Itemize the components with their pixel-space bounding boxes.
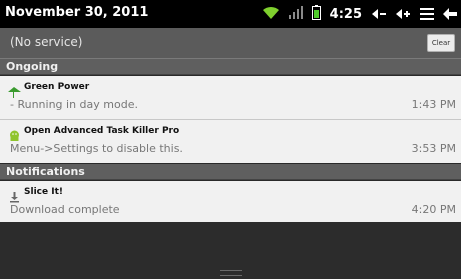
status-clock: 4:25: [329, 6, 362, 22]
section-ongoing: Ongoing: [0, 59, 461, 75]
clear-button[interactable]: Clear: [427, 34, 455, 52]
notification-subtitle: Menu->Settings to disable this.: [10, 142, 183, 155]
notification-item-task-killer[interactable]: Open Advanced Task Killer Pro Menu->Sett…: [0, 120, 461, 163]
service-status: (No service): [10, 35, 83, 49]
volume-down-icon[interactable]: [372, 5, 387, 24]
notification-time: 4:20 PM: [411, 203, 456, 216]
service-bar: (No service) Clear: [0, 28, 461, 59]
notification-item-slice-it[interactable]: Slice It! Download complete 4:20 PM: [0, 181, 461, 222]
signal-icon: [288, 5, 303, 24]
notification-title: Slice It!: [24, 187, 63, 197]
notification-subtitle: - Running in day mode.: [10, 98, 138, 111]
notification-item-green-power[interactable]: Green Power - Running in day mode. 1:43 …: [0, 76, 461, 119]
drag-handle[interactable]: [220, 270, 242, 276]
status-icons: 4:25: [262, 0, 461, 28]
menu-icon[interactable]: [420, 5, 434, 24]
volume-up-icon[interactable]: [396, 5, 411, 24]
notification-title: Green Power: [24, 82, 90, 92]
notification-time: 3:53 PM: [411, 142, 456, 155]
back-icon[interactable]: [443, 5, 457, 24]
wifi-icon: [262, 5, 280, 24]
status-date: November 30, 2011: [5, 5, 149, 20]
notification-time: 1:43 PM: [411, 98, 456, 111]
notification-subtitle: Download complete: [10, 203, 120, 216]
status-bar: November 30, 2011 4:25: [0, 0, 461, 28]
download-icon: [8, 188, 21, 203]
section-notifications: Notifications: [0, 164, 461, 180]
notification-title: Open Advanced Task Killer Pro: [24, 126, 180, 136]
battery-icon: [311, 4, 321, 24]
android-icon: [8, 127, 21, 141]
leaf-icon: [8, 83, 21, 98]
